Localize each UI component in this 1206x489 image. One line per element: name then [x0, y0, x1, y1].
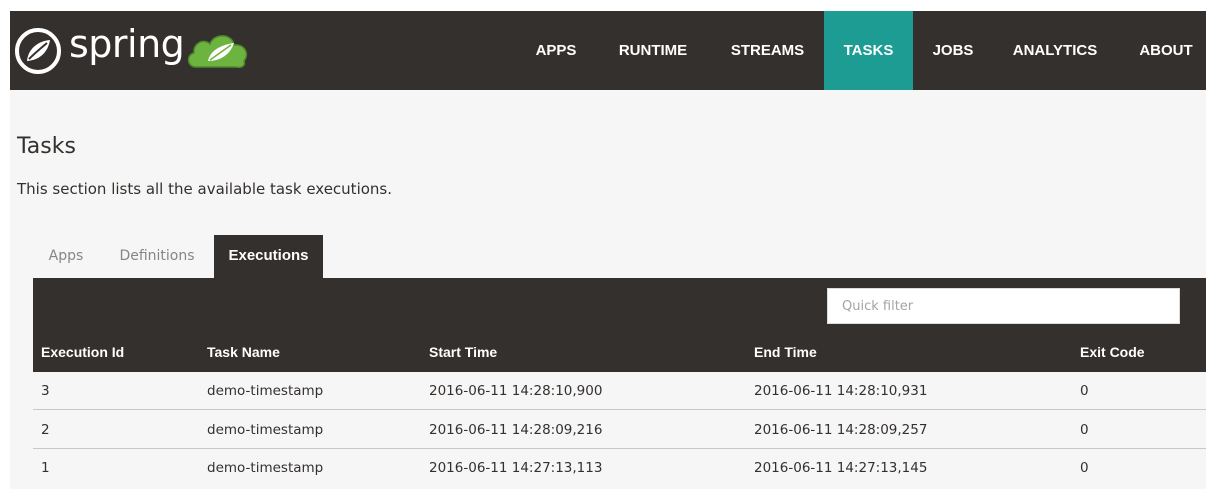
cell-task-name: demo-timestamp [207, 383, 324, 399]
table-row: 2 demo-timestamp 2016-06-11 14:28:09,216… [33, 411, 1206, 449]
column-header-end-time[interactable]: End Time [754, 332, 817, 372]
cell-exit-code: 0 [1080, 422, 1089, 438]
table-row: 3 demo-timestamp 2016-06-11 14:28:10,900… [33, 372, 1206, 410]
logo-text: spring [69, 22, 185, 66]
column-header-task-name[interactable]: Task Name [207, 332, 280, 372]
nav-apps[interactable]: APPS [531, 11, 581, 90]
cell-end-time: 2016-06-11 14:28:09,257 [754, 422, 928, 438]
nav-about[interactable]: ABOUT [1134, 11, 1198, 90]
page-title: Tasks [17, 134, 76, 159]
cell-task-name: demo-timestamp [207, 422, 324, 438]
cell-exit-code: 0 [1080, 383, 1089, 399]
nav-streams[interactable]: STREAMS [725, 11, 810, 90]
spring-leaf-icon [15, 28, 61, 74]
spring-cloud-icon [187, 35, 248, 69]
cell-exit-code: 0 [1080, 460, 1089, 476]
nav-tasks[interactable]: TASKS [824, 11, 913, 90]
navbar: spring APPS RUNTIME STREAMS TASKS JOBS A… [10, 11, 1206, 90]
spring-logo[interactable]: spring [10, 11, 260, 90]
column-header-exit-code[interactable]: Exit Code [1080, 332, 1145, 372]
cell-end-time: 2016-06-11 14:27:13,145 [754, 460, 928, 476]
table-row: 1 demo-timestamp 2016-06-11 14:27:13,113… [33, 449, 1206, 487]
column-header-start-time[interactable]: Start Time [429, 332, 497, 372]
quick-filter-input[interactable] [827, 288, 1180, 324]
column-header-execution-id[interactable]: Execution Id [41, 332, 124, 372]
cell-start-time: 2016-06-11 14:27:13,113 [429, 460, 603, 476]
filter-bar [33, 278, 1206, 332]
cell-start-time: 2016-06-11 14:28:09,216 [429, 422, 603, 438]
nav-jobs[interactable]: JOBS [927, 11, 979, 90]
page-description: This section lists all the available tas… [17, 180, 392, 198]
cell-task-name: demo-timestamp [207, 460, 324, 476]
nav-runtime[interactable]: RUNTIME [610, 11, 696, 90]
tab-executions[interactable]: Executions [214, 235, 323, 278]
tab-definitions[interactable]: Definitions [108, 235, 206, 278]
cell-end-time: 2016-06-11 14:28:10,931 [754, 383, 928, 399]
cell-execution-id: 3 [41, 383, 50, 399]
table-header: Execution Id Task Name Start Time End Ti… [33, 332, 1206, 372]
cell-start-time: 2016-06-11 14:28:10,900 [429, 383, 603, 399]
tab-apps[interactable]: Apps [33, 235, 99, 278]
cell-execution-id: 2 [41, 422, 50, 438]
cell-execution-id: 1 [41, 460, 50, 476]
nav-analytics[interactable]: ANALYTICS [1008, 11, 1102, 90]
